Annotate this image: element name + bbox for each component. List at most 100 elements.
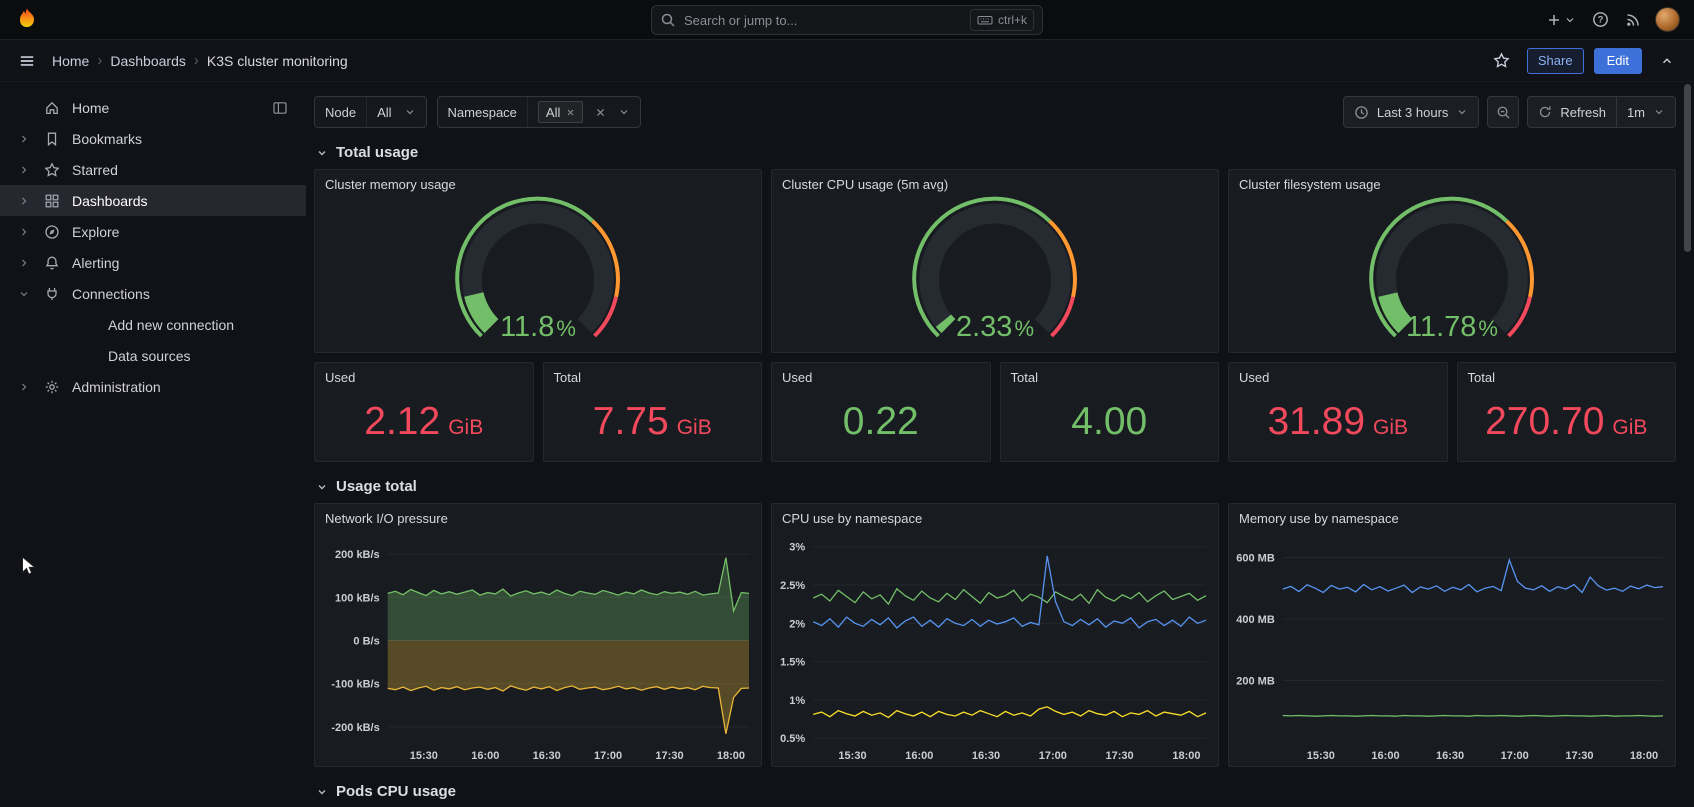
sidebar-item-administration[interactable]: Administration bbox=[0, 371, 306, 402]
sidebar-nav: Home Bookmarks Starred Dashboards Explor… bbox=[0, 82, 306, 807]
panel-cluster-memory-usage: Cluster memory usage 11.8% bbox=[314, 169, 762, 353]
chevron-right-icon[interactable] bbox=[12, 226, 36, 238]
sidebar-item-dashboards[interactable]: Dashboards bbox=[0, 185, 306, 216]
refresh-interval-label: 1m bbox=[1626, 104, 1645, 120]
svg-text:3%: 3% bbox=[789, 542, 805, 554]
collapse-toolbar-button[interactable] bbox=[1652, 46, 1682, 76]
sidebar-item-label: Starred bbox=[72, 161, 118, 178]
svg-text:18:00: 18:00 bbox=[717, 750, 745, 762]
section-usage-total[interactable]: Usage total bbox=[316, 478, 1676, 495]
shortcut-label: ctrl+k bbox=[997, 13, 1027, 27]
mega-menu-toggle[interactable] bbox=[12, 46, 42, 76]
panel-title[interactable]: Used bbox=[772, 363, 990, 388]
sidebar-item-starred[interactable]: Starred bbox=[0, 154, 306, 185]
memory-usage-gauge: 11.8% bbox=[315, 195, 761, 352]
clear-all-icon[interactable] bbox=[595, 107, 606, 118]
panel-title[interactable]: Memory use by namespace bbox=[1229, 504, 1675, 529]
memory-namespace-chart[interactable]: 600 MB 400 MB 200 MB 15:30 16:00 16:30 17:00 17… bbox=[1229, 529, 1675, 766]
cpu-namespace-chart[interactable]: 3% 2.5% 2% 1.5% 1% 0.5% 15:30 16:00 16:30 17:00 17… bbox=[772, 529, 1218, 766]
filesystem-usage-gauge: 11.78% bbox=[1229, 195, 1675, 352]
svg-text:?: ? bbox=[1598, 15, 1604, 26]
sidebar-item-data-sources[interactable]: Data sources bbox=[0, 340, 306, 371]
keyboard-shortcut-badge: ctrl+k bbox=[969, 9, 1034, 31]
panel-network-io-pressure: Network I/O pressure 200 kB/s 100 kB/s 0 B… bbox=[314, 503, 762, 767]
section-total-usage[interactable]: Total usage bbox=[316, 144, 1676, 161]
sidebar-item-label: Dashboards bbox=[72, 192, 148, 209]
svg-text:17:30: 17:30 bbox=[655, 750, 683, 762]
stat-value: 2.12 GiB bbox=[364, 400, 484, 443]
network-io-chart[interactable]: 200 kB/s 100 kB/s 0 B/s -100 kB/s -200 kB/s 1… bbox=[315, 529, 761, 766]
remove-tag-icon[interactable] bbox=[566, 108, 575, 117]
panel-cluster-filesystem-usage: Cluster filesystem usage 11.78% bbox=[1228, 169, 1676, 353]
refresh-interval-picker[interactable]: 1m bbox=[1615, 97, 1675, 127]
chevron-down-icon bbox=[618, 106, 630, 118]
zoom-out-button[interactable] bbox=[1487, 96, 1520, 128]
refresh-icon bbox=[1538, 105, 1552, 119]
edit-button[interactable]: Edit bbox=[1593, 47, 1642, 74]
panel-title[interactable]: CPU use by namespace bbox=[772, 504, 1218, 529]
help-button[interactable]: ? bbox=[1590, 9, 1611, 30]
star-dashboard-button[interactable] bbox=[1487, 46, 1517, 76]
sidebar-item-connections[interactable]: Connections bbox=[0, 278, 306, 309]
section-pods-cpu-usage[interactable]: Pods CPU usage bbox=[316, 783, 1676, 800]
time-controls: Last 3 hours Refresh 1m bbox=[1342, 96, 1676, 128]
node-variable-select[interactable]: All bbox=[366, 97, 425, 127]
chevron-right-icon[interactable] bbox=[12, 195, 36, 207]
panel-title[interactable]: Network I/O pressure bbox=[315, 504, 761, 529]
top-navigation-bar: Search or jump to... ctrl+k ? bbox=[0, 0, 1694, 40]
share-button[interactable]: Share bbox=[1526, 47, 1584, 74]
search-placeholder: Search or jump to... bbox=[684, 12, 798, 28]
panel-filesystem-total: Total 270.70 GiB bbox=[1456, 362, 1676, 462]
sidebar-item-home[interactable]: Home bbox=[0, 92, 306, 123]
stat-row: Used 2.12 GiB Total 7.75 GiB Used 0.22 Tot… bbox=[314, 362, 1676, 462]
svg-text:0.5%: 0.5% bbox=[780, 733, 805, 745]
svg-text:16:00: 16:00 bbox=[905, 750, 933, 762]
panel-cpu-use-by-namespace: CPU use by namespace 3% 2.5% 2% 1.5% 1% 0.5% 1… bbox=[771, 503, 1219, 767]
namespace-selected-tag[interactable]: All bbox=[537, 101, 584, 123]
user-avatar[interactable] bbox=[1655, 7, 1680, 32]
sidebar-item-alerting[interactable]: Alerting bbox=[0, 247, 306, 278]
namespace-variable-select[interactable]: All bbox=[526, 97, 640, 127]
chevron-right-icon[interactable] bbox=[12, 381, 36, 393]
add-new-button[interactable] bbox=[1544, 10, 1578, 30]
refresh-label: Refresh bbox=[1560, 104, 1606, 120]
panel-title[interactable]: Used bbox=[1229, 363, 1447, 388]
svg-text:100 kB/s: 100 kB/s bbox=[335, 592, 380, 604]
stat-value: 31.89 GiB bbox=[1267, 400, 1409, 443]
panel-title[interactable]: Cluster filesystem usage bbox=[1229, 170, 1675, 195]
chevron-right-icon[interactable] bbox=[12, 164, 36, 176]
chevron-down-icon[interactable] bbox=[12, 288, 36, 300]
panel-title[interactable]: Cluster CPU usage (5m avg) bbox=[772, 170, 1218, 195]
scrollbar-thumb[interactable] bbox=[1684, 84, 1691, 252]
panel-title[interactable]: Total bbox=[1001, 363, 1219, 388]
panel-title[interactable]: Total bbox=[544, 363, 762, 388]
star-icon bbox=[44, 161, 62, 178]
news-button[interactable] bbox=[1623, 10, 1643, 30]
sidebar-item-add-new-connection[interactable]: Add new connection bbox=[0, 309, 306, 340]
chevron-right-icon[interactable] bbox=[12, 133, 36, 145]
collapse-sidebar-button[interactable] bbox=[270, 98, 290, 118]
zoom-out-icon bbox=[1496, 105, 1511, 120]
refresh-button[interactable]: Refresh bbox=[1528, 97, 1616, 127]
breadcrumb-home[interactable]: Home bbox=[48, 53, 93, 69]
home-icon bbox=[44, 100, 62, 116]
grafana-logo[interactable] bbox=[14, 7, 40, 33]
panel-memory-total: Total 7.75 GiB bbox=[542, 362, 762, 462]
sidebar-item-label: Connections bbox=[72, 285, 150, 302]
panel-title[interactable]: Used bbox=[315, 363, 533, 388]
time-range-picker[interactable]: Last 3 hours bbox=[1342, 96, 1480, 128]
sidebar-item-explore[interactable]: Explore bbox=[0, 216, 306, 247]
stat-value: 4.00 bbox=[1071, 400, 1148, 443]
panel-title[interactable]: Total bbox=[1458, 363, 1676, 388]
breadcrumb-bar: Home › Dashboards › K3S cluster monitori… bbox=[0, 40, 1694, 82]
svg-text:18:00: 18:00 bbox=[1630, 750, 1658, 762]
svg-text:2.5%: 2.5% bbox=[780, 580, 805, 592]
breadcrumb-dashboards[interactable]: Dashboards bbox=[106, 53, 190, 69]
time-range-label: Last 3 hours bbox=[1376, 104, 1449, 120]
panel-title[interactable]: Cluster memory usage bbox=[315, 170, 761, 195]
gauge-row: Cluster memory usage 11.8% Cluster CPU u… bbox=[314, 169, 1676, 353]
search-input[interactable]: Search or jump to... ctrl+k bbox=[651, 5, 1043, 35]
sidebar-item-bookmarks[interactable]: Bookmarks bbox=[0, 123, 306, 154]
chevron-right-icon[interactable] bbox=[12, 257, 36, 269]
page-scrollbar[interactable] bbox=[1684, 84, 1691, 800]
